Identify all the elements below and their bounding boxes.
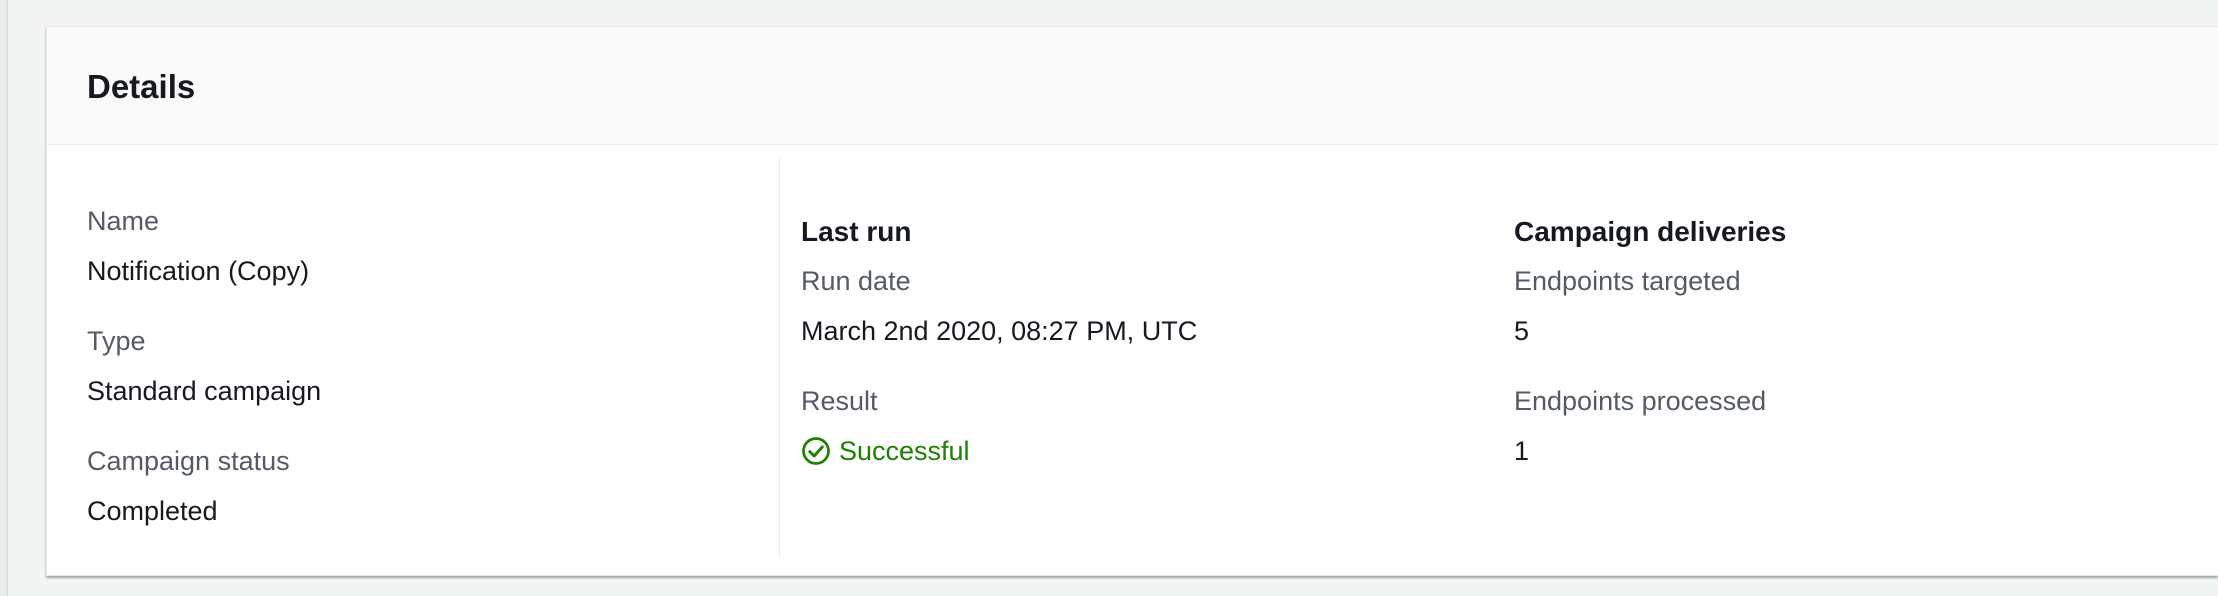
endpoints-processed-value: 1 xyxy=(1514,436,1530,466)
result-status: Successful xyxy=(801,434,970,468)
column-divider xyxy=(779,157,780,557)
run-date-value: March 2nd 2020, 08:27 PM, UTC xyxy=(801,316,1198,346)
details-title: Details xyxy=(87,68,196,105)
last-run-heading: Last run xyxy=(801,216,912,247)
campaign-status-value: Completed xyxy=(87,496,218,526)
name-label: Name xyxy=(87,206,160,236)
type-label: Type xyxy=(87,326,146,356)
endpoints-targeted-label: Endpoints targeted xyxy=(1514,266,1741,296)
result-value: Successful xyxy=(839,436,970,466)
type-value: Standard campaign xyxy=(87,376,322,406)
details-panel: Details Name Notification (Copy) Type St… xyxy=(46,26,2218,576)
campaign-deliveries-heading: Campaign deliveries xyxy=(1514,216,1787,247)
result-label: Result xyxy=(801,386,878,416)
name-value: Notification (Copy) xyxy=(87,256,310,286)
endpoints-targeted-value: 5 xyxy=(1514,316,1530,346)
run-date-label: Run date xyxy=(801,266,911,296)
page-left-edge xyxy=(0,0,8,596)
campaign-status-label: Campaign status xyxy=(87,446,290,476)
details-panel-header: Details xyxy=(47,27,2218,145)
check-circle-icon xyxy=(802,437,830,465)
endpoints-processed-label: Endpoints processed xyxy=(1514,386,1767,416)
